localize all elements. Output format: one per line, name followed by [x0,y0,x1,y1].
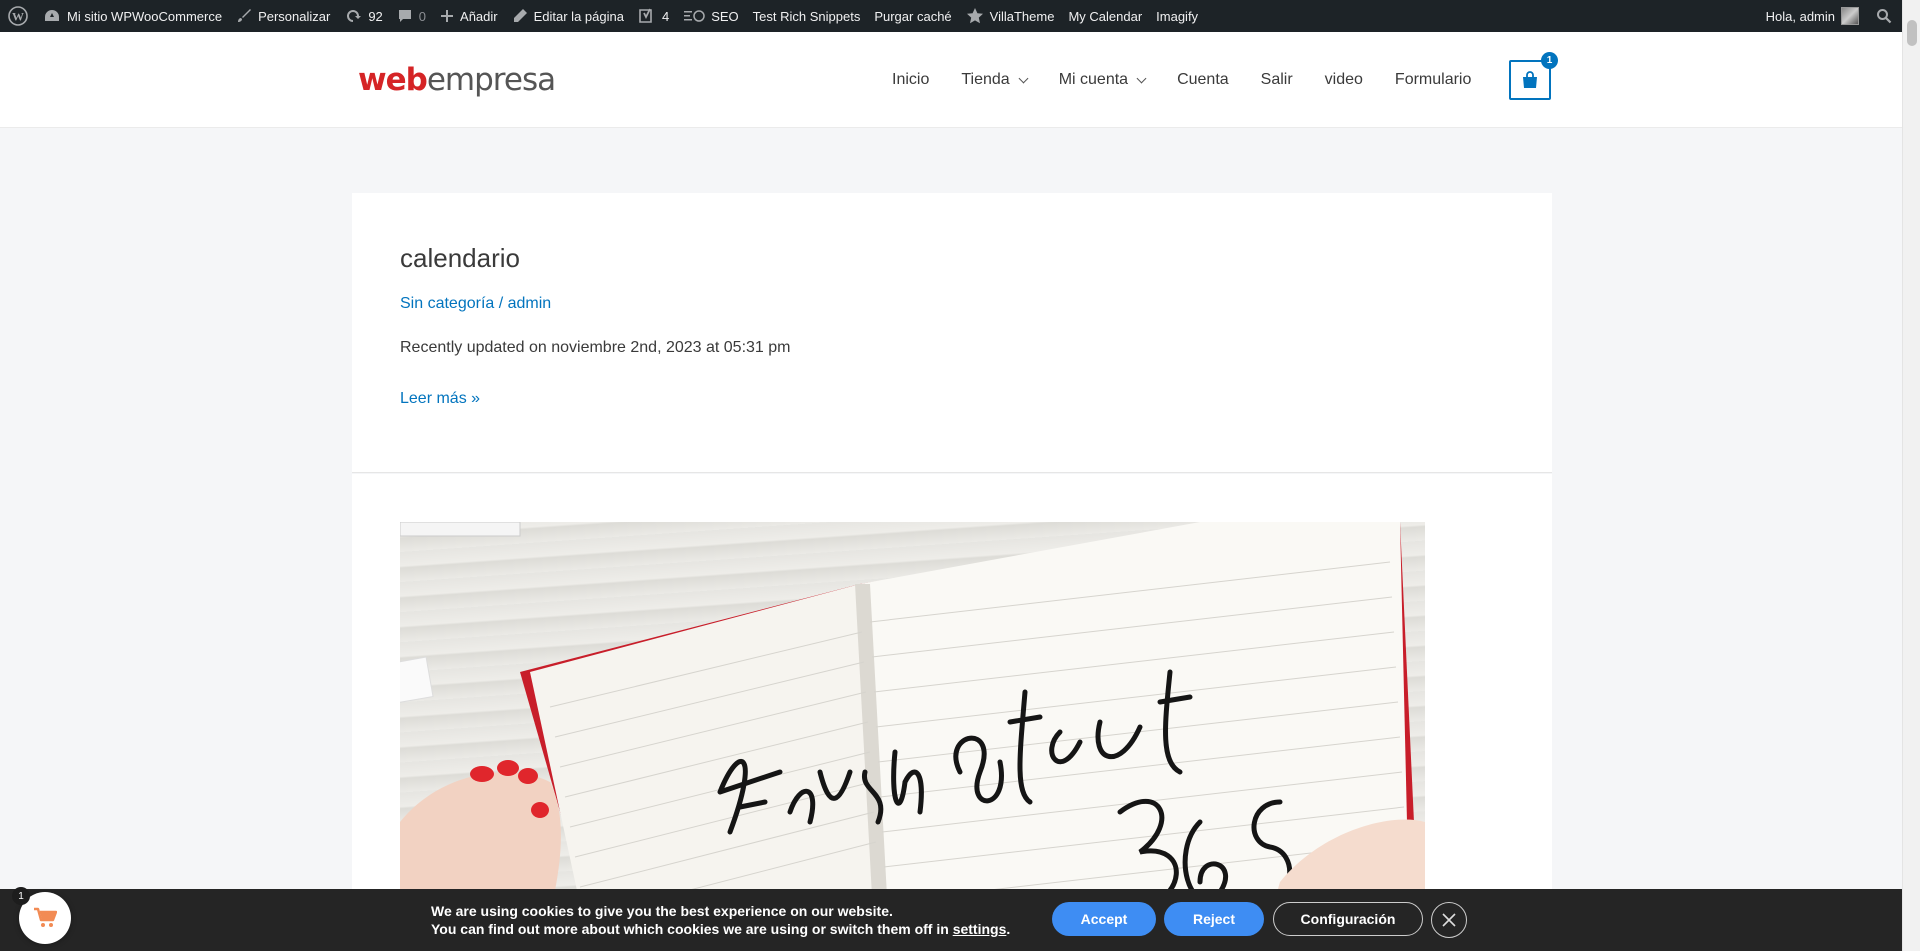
site-name-label: Mi sitio WPWooCommerce [67,8,223,24]
floating-cart-count: 1 [12,887,30,905]
updates-icon [347,10,362,22]
cookie-message-line-1: We are using cookies to give you the bes… [431,903,893,919]
purge-cache-label: Purgar caché [874,8,952,24]
nav-label: Tienda [961,71,1010,88]
nav-label: video [1324,71,1363,88]
imagify-menu[interactable]: Imagify [1149,0,1205,32]
logo-text-empresa: empresa [426,62,556,98]
villatheme-menu[interactable]: VillaTheme [959,0,1062,32]
account-menu[interactable]: Hola, admin [1759,0,1866,32]
cookie-settings-button[interactable]: Configuración [1273,902,1423,936]
meta-separator: / [494,295,508,312]
nav-label: Mi cuenta [1058,71,1129,88]
cookie-message-line-2: You can find out more about which cookie… [431,920,1010,938]
close-cookie-bar-button[interactable] [1431,902,1467,938]
plus-icon [441,10,454,22]
post-updated-text: Recently updated on noviembre 2nd, 2023 … [400,339,791,356]
yoast-menu[interactable]: 4 [631,0,676,32]
yoast-icon [639,8,652,23]
cookie-consent-bar: We are using cookies to give you the bes… [0,889,1902,951]
nav-label: Formulario [1394,71,1472,88]
page-scrollbar[interactable] [1902,0,1920,951]
nav-item-cuenta[interactable]: Cuenta [1161,60,1245,100]
seo-label: SEO [711,8,739,24]
comments-menu[interactable]: 0 [390,0,433,32]
notebook-illustration [400,522,1425,951]
updates-count: 92 [368,8,383,24]
updates-menu[interactable]: 92 [337,0,389,32]
add-new-menu[interactable]: Añadir [433,0,505,32]
post-card-image [352,474,1552,951]
svg-text:W: W [12,10,24,24]
cookie-message-end: . [1006,921,1011,937]
cookie-message: We are using cookies to give you the bes… [431,902,1010,938]
post-meta: Sin categoría / admin [400,295,551,313]
brush-icon [238,9,252,22]
nav-item-tienda[interactable]: Tienda [945,60,1042,100]
nav-item-video[interactable]: video [1309,60,1379,100]
site-header: webempresa Inicio Tienda Mi cuenta Cuent… [0,32,1902,128]
header-cart-button[interactable]: 1 [1509,52,1558,100]
shopping-bag-icon [1523,71,1537,88]
logo-text-web: web [358,62,428,98]
accept-cookies-button[interactable]: Accept [1052,902,1156,936]
nav-item-inicio[interactable]: Inicio [876,60,945,100]
dashboard-icon [45,10,59,21]
chevron-down-icon [1136,73,1147,83]
post-author-link[interactable]: admin [508,295,552,312]
greeting-label: Hola, admin [1765,8,1835,24]
purge-cache-menu[interactable]: Purgar caché [867,0,958,32]
customize-label: Personalizar [258,8,331,24]
post-card: calendario Sin categoría / admin Recentl… [352,193,1552,473]
avatar [1841,7,1859,25]
imagify-label: Imagify [1156,8,1199,24]
scrollbar-thumb[interactable] [1907,20,1917,46]
seo-menu[interactable]: SEO [676,0,745,32]
my-calendar-menu[interactable]: My Calendar [1061,0,1149,32]
shopping-cart-icon [34,907,57,927]
star-icon [966,8,983,24]
nav-item-mi-cuenta[interactable]: Mi cuenta [1043,60,1161,100]
rich-snippets-menu[interactable]: Test Rich Snippets [746,0,868,32]
seo-icon [684,10,705,22]
chevron-down-icon [1018,73,1029,83]
nav-label: Inicio [892,71,930,88]
search-icon [1877,9,1892,24]
admin-search-button[interactable] [1866,0,1902,32]
site-name-menu[interactable]: Mi sitio WPWooCommerce [36,0,229,32]
featured-image[interactable] [400,522,1425,951]
nav-item-formulario[interactable]: Formulario [1379,60,1487,100]
customize-menu[interactable]: Personalizar [229,0,337,32]
post-category-link[interactable]: Sin categoría [400,295,494,312]
edit-page-label: Editar la página [533,8,624,24]
reject-cookies-button[interactable]: Reject [1164,902,1264,936]
add-new-label: Añadir [460,8,498,24]
villatheme-label: VillaTheme [989,8,1055,24]
rich-snippets-label: Test Rich Snippets [752,8,861,24]
cookie-settings-link[interactable]: settings [953,921,1007,937]
nav-label: Cuenta [1177,71,1229,88]
yoast-count: 4 [661,8,670,24]
cookie-message-text: You can find out more about which cookie… [431,921,953,937]
read-more-link[interactable]: Leer más » [400,390,480,408]
admin-bar: W Mi sitio WPWooCommerce Personalizar 92… [0,0,1902,32]
comments-count: 0 [418,8,427,24]
comment-icon [398,10,411,22]
pencil-icon [513,9,527,22]
edit-page-menu[interactable]: Editar la página [505,0,631,32]
wordpress-logo-icon[interactable]: W [0,0,36,32]
cart-count-badge: 1 [1541,52,1558,69]
post-title[interactable]: calendario [400,243,520,274]
nav-item-salir[interactable]: Salir [1245,60,1309,100]
nav-label: Salir [1260,71,1293,88]
my-calendar-label: My Calendar [1068,8,1143,24]
main-navigation: Inicio Tienda Mi cuenta Cuenta Salir vid… [876,32,1487,128]
site-logo[interactable]: webempresa [358,62,556,98]
close-icon [1442,913,1456,927]
